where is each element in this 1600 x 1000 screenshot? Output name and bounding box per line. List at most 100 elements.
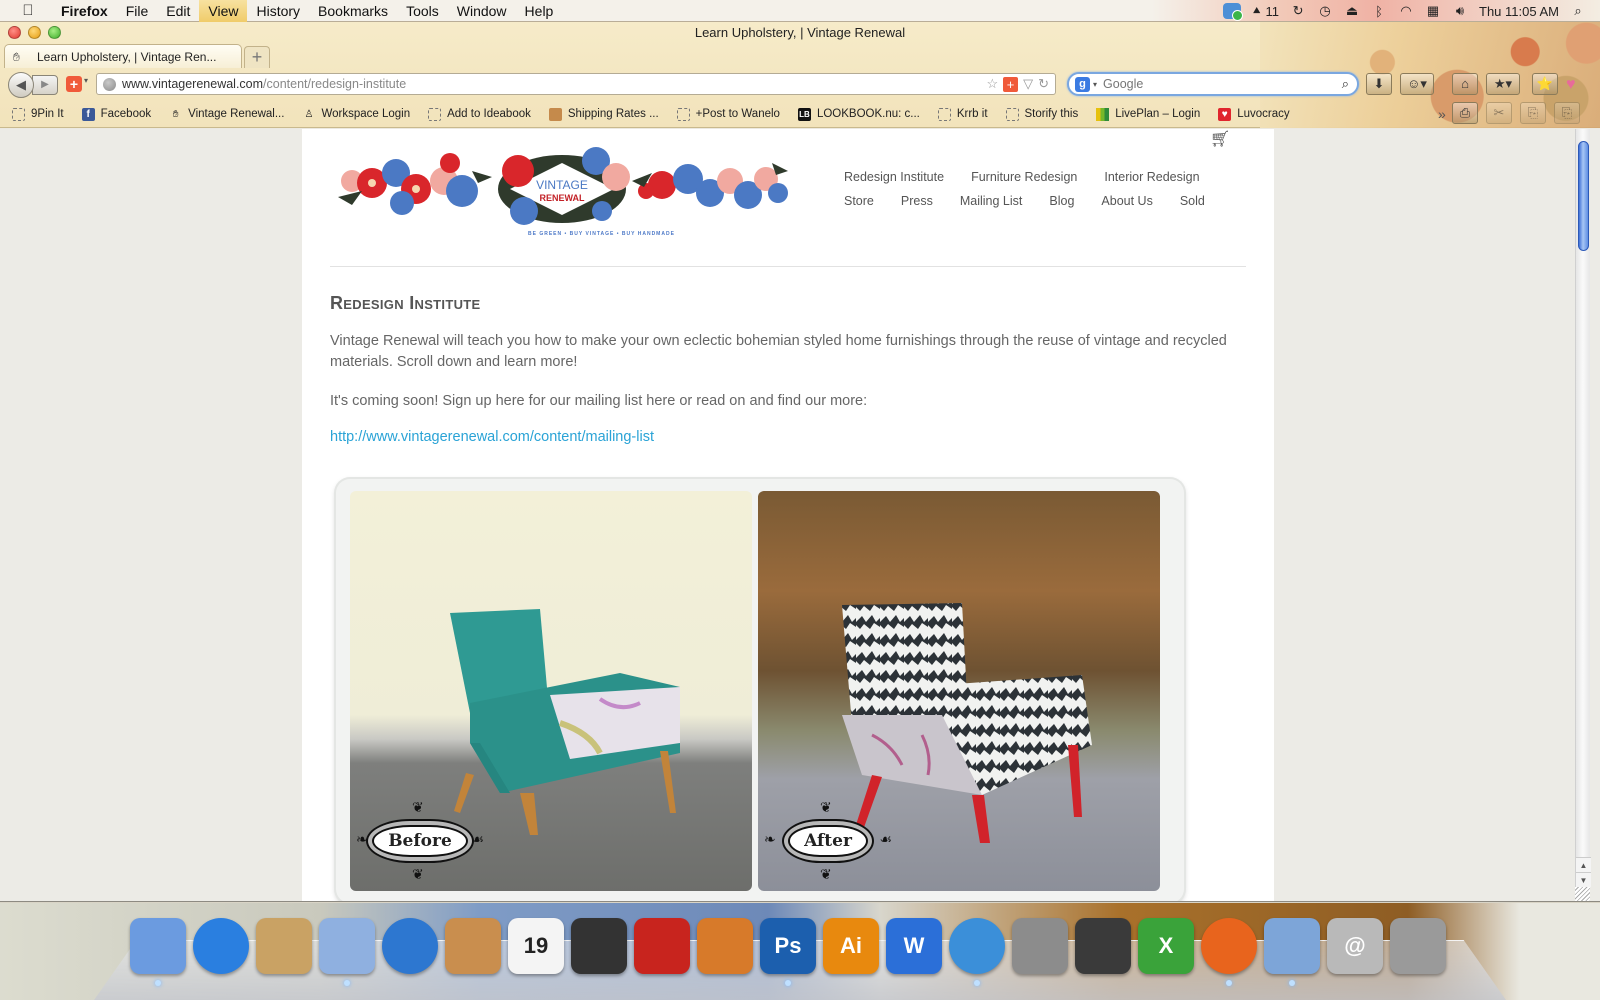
- dropbox-icon[interactable]: [1222, 2, 1243, 21]
- dock-app-firefox[interactable]: [1201, 918, 1257, 986]
- bookmark-pin-it[interactable]: 9Pin It: [12, 107, 64, 121]
- downloads-button[interactable]: ⬇: [1366, 73, 1392, 95]
- clock[interactable]: Thu 11:05 AM: [1479, 2, 1559, 20]
- dock-app-safari[interactable]: [949, 918, 1005, 986]
- scroll-down-arrow-icon[interactable]: ▼: [1576, 872, 1591, 887]
- nav-redesign-institute[interactable]: Redesign Institute: [844, 170, 944, 184]
- bookmark-facebook[interactable]: f Facebook: [81, 107, 151, 121]
- nav-sold[interactable]: Sold: [1180, 194, 1205, 208]
- addthis-plus-icon[interactable]: +: [66, 76, 82, 92]
- keyboard-viewer-icon[interactable]: ▦: [1425, 2, 1441, 20]
- volume-icon[interactable]: 🔊︎: [1452, 2, 1468, 20]
- bookmark-luvocracy[interactable]: ♥ Luvocracy: [1218, 107, 1290, 121]
- scroll-up-arrow-icon[interactable]: ▲: [1576, 857, 1591, 872]
- copy-button[interactable]: ⎘: [1520, 102, 1546, 124]
- vertical-scrollbar[interactable]: ▲ ▼: [1575, 129, 1591, 901]
- dock-app-app-store[interactable]: [193, 918, 249, 974]
- menu-app-name[interactable]: Firefox: [52, 0, 117, 22]
- menu-edit[interactable]: Edit: [157, 0, 199, 22]
- apple-menu-icon[interactable]: : [18, 2, 38, 19]
- dock-app-address-book[interactable]: [256, 918, 312, 974]
- dock-app-preview[interactable]: [1264, 918, 1320, 986]
- bluetooth-icon[interactable]: ᛒ: [1371, 2, 1387, 20]
- adobe-updater-icon[interactable]: ⯅ 11: [1252, 2, 1280, 20]
- time-machine-icon[interactable]: ◷: [1317, 2, 1333, 20]
- dock-app-mail-stack[interactable]: @: [1327, 918, 1383, 974]
- dock-app-finder[interactable]: [130, 918, 186, 986]
- mailing-list-link[interactable]: http://www.vintagerenewal.com/content/ma…: [330, 429, 654, 445]
- home-button[interactable]: ⌂: [1452, 73, 1478, 95]
- dock-app-photoshop[interactable]: Ps: [760, 918, 816, 986]
- dock-app-iphoto[interactable]: [697, 918, 753, 974]
- bookmark-vintage-renewal[interactable]: ✋︎ Vintage Renewal...: [169, 108, 285, 121]
- dock-app-imovie[interactable]: [1075, 918, 1131, 974]
- scrollbar-thumb[interactable]: [1578, 141, 1589, 251]
- reload-icon[interactable]: ↻: [1038, 76, 1049, 92]
- bookmark-lookbook[interactable]: LB LOOKBOOK.nu: c...: [797, 107, 920, 121]
- dock-app-calendar[interactable]: 19: [508, 918, 564, 974]
- menu-help[interactable]: Help: [516, 0, 563, 22]
- nav-mailing-list[interactable]: Mailing List: [960, 194, 1023, 208]
- paste-button[interactable]: ⎘: [1554, 102, 1580, 124]
- wifi-icon[interactable]: ◠: [1398, 2, 1414, 20]
- spotlight-search-icon[interactable]: ⌕: [1570, 2, 1586, 20]
- url-bar[interactable]: www.vintagerenewal.com/content/redesign-…: [96, 73, 1056, 95]
- nav-furniture-redesign[interactable]: Furniture Redesign: [971, 170, 1077, 184]
- nav-blog[interactable]: Blog: [1049, 194, 1074, 208]
- eject-icon[interactable]: ⏏: [1344, 2, 1360, 20]
- menu-file[interactable]: File: [117, 0, 158, 22]
- addthis-dropdown-icon[interactable]: ▾: [84, 76, 88, 85]
- menu-view[interactable]: View: [199, 0, 248, 22]
- shopping-cart-icon[interactable]: 🛒︎: [1210, 129, 1230, 149]
- before-after-photo[interactable]: ❦ ❧ Before ☙ ❦ ❦ ❧ After ☙ ❦: [336, 479, 1184, 901]
- bookmark-add-to-ideabook[interactable]: Add to Ideabook: [428, 107, 531, 121]
- dock-app-itunes[interactable]: [382, 918, 438, 974]
- addthis-share-icon[interactable]: +: [1003, 76, 1019, 92]
- bookmark-post-to-wanelo[interactable]: +Post to Wanelo: [676, 107, 780, 121]
- dock-app-photo-booth[interactable]: [634, 918, 690, 974]
- history-dropdown-icon[interactable]: ▽: [1023, 76, 1033, 92]
- print-button[interactable]: ⎙: [1452, 102, 1478, 124]
- bookmark-shipping-rates[interactable]: Shipping Rates ...: [548, 107, 659, 121]
- dock-app-illustrator[interactable]: Ai: [823, 918, 879, 974]
- dock-app-iphoto-book[interactable]: [445, 918, 501, 974]
- dock-app-excel[interactable]: X: [1138, 918, 1194, 974]
- dock-app-printer[interactable]: [571, 918, 627, 974]
- bookmark-workspace-login[interactable]: ♙ Workspace Login: [302, 108, 410, 121]
- menu-bookmarks[interactable]: Bookmarks: [309, 0, 397, 22]
- dock-app-word[interactable]: W: [886, 918, 942, 974]
- sync-icon[interactable]: ↻: [1290, 2, 1306, 20]
- menu-history[interactable]: History: [247, 0, 309, 22]
- nav-store[interactable]: Store: [844, 194, 874, 208]
- bookmark-storify-this[interactable]: Storify this: [1005, 107, 1078, 121]
- heart-icon[interactable]: ♥: [1566, 76, 1576, 94]
- site-identity-globe-icon[interactable]: [103, 77, 116, 91]
- search-input[interactable]: [1103, 77, 1324, 91]
- back-button[interactable]: ◀: [8, 72, 34, 98]
- tab-active[interactable]: ✋︎ Learn Upholstery, | Vintage Ren...: [4, 44, 242, 68]
- bookmark-star-icon[interactable]: ☆: [986, 76, 998, 92]
- bookmark-krrb-it[interactable]: Krrb it: [937, 107, 988, 121]
- site-logo[interactable]: VINTAGE RENEWAL BE GREEN • BUY VINTAGE •…: [332, 141, 792, 237]
- bookmarks-overflow-chevron-icon[interactable]: »: [1438, 106, 1446, 122]
- menu-window[interactable]: Window: [448, 0, 516, 22]
- bookmarks-menu-button[interactable]: ★▾: [1486, 73, 1520, 95]
- menu-tools[interactable]: Tools: [397, 0, 448, 22]
- search-magnifier-icon[interactable]: ⌕: [1342, 76, 1349, 92]
- greasemonkey-button[interactable]: ☺▾: [1400, 73, 1434, 95]
- bookmark-liveplan[interactable]: LivePlan – Login: [1096, 107, 1200, 121]
- nav-press[interactable]: Press: [901, 194, 933, 208]
- dock-app-trash[interactable]: [1390, 918, 1446, 974]
- forward-button[interactable]: ▶: [32, 75, 58, 95]
- window-resize-grip[interactable]: [1575, 887, 1590, 901]
- nav-interior-redesign[interactable]: Interior Redesign: [1104, 170, 1199, 184]
- cut-button[interactable]: ✂: [1486, 102, 1512, 124]
- new-tab-button[interactable]: +: [244, 46, 270, 68]
- search-bar[interactable]: g ▾ ⌕: [1067, 72, 1359, 96]
- search-engine-dropdown-icon[interactable]: ▾: [1093, 80, 1097, 89]
- google-engine-icon[interactable]: g: [1075, 76, 1090, 92]
- dock-app-mail[interactable]: [319, 918, 375, 986]
- persona-star-button[interactable]: ⭐: [1532, 73, 1558, 95]
- dock-app-usb-drive[interactable]: [1012, 918, 1068, 974]
- nav-about-us[interactable]: About Us: [1101, 194, 1152, 208]
